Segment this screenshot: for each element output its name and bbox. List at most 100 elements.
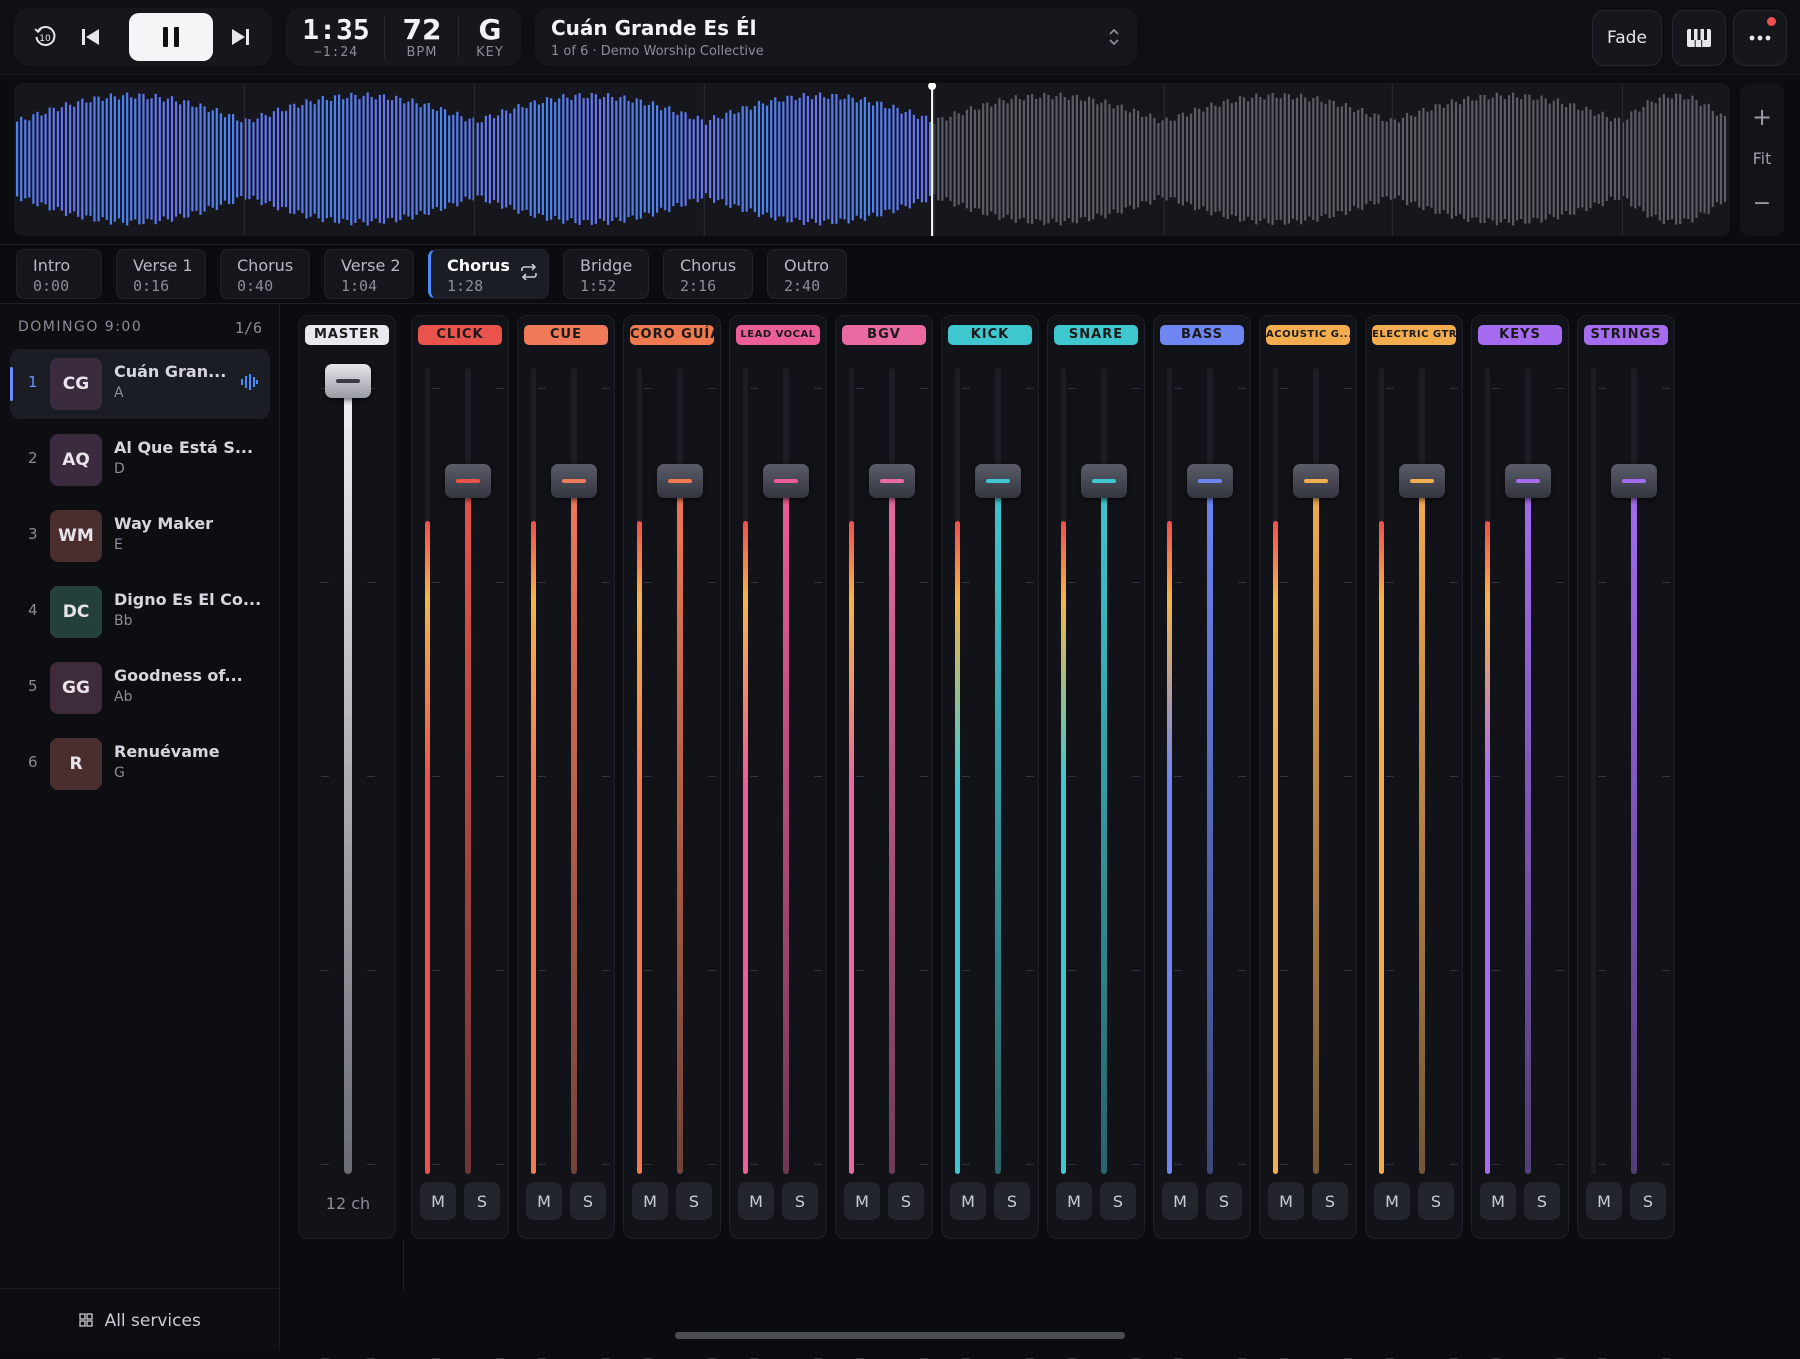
mute-button[interactable]: M [1268, 1182, 1304, 1220]
fader-track[interactable] [1525, 480, 1531, 1174]
setlist-item[interactable]: 6 R Renuévame G [10, 729, 270, 799]
section-8[interactable]: Outro 2:40 [767, 249, 847, 299]
fader-handle[interactable] [657, 463, 703, 498]
section-2[interactable]: Verse 1 0:16 [116, 249, 206, 299]
setlist-item[interactable]: 1 CG Cuán Gran... A [10, 349, 270, 419]
mute-button[interactable]: M [738, 1182, 774, 1220]
fader-track[interactable] [1419, 480, 1425, 1174]
mute-button[interactable]: M [950, 1182, 986, 1220]
fader-track[interactable] [1313, 480, 1319, 1174]
mute-button[interactable]: M [526, 1182, 562, 1220]
all-services-button[interactable]: All services [0, 1288, 280, 1350]
section-1[interactable]: Intro 0:00 [16, 249, 102, 299]
fader-handle[interactable] [1081, 463, 1127, 498]
waveform-bar [603, 97, 606, 221]
zoom-fit-button[interactable]: Fit [1740, 149, 1784, 168]
mute-button[interactable]: M [1586, 1182, 1622, 1220]
scale-tick [644, 582, 652, 583]
fader-track[interactable] [1207, 480, 1213, 1174]
mute-button[interactable]: M [1374, 1182, 1410, 1220]
zoom-out-button[interactable]: − [1740, 191, 1784, 216]
waveform-bar [73, 106, 76, 212]
solo-button[interactable]: S [994, 1182, 1030, 1220]
mute-button[interactable]: M [1480, 1182, 1516, 1220]
solo-button[interactable]: S [464, 1182, 500, 1220]
previous-button[interactable] [68, 13, 114, 61]
solo-button[interactable]: S [1524, 1182, 1560, 1220]
master-fader-track[interactable] [344, 368, 352, 1174]
fader-handle[interactable] [1293, 463, 1339, 498]
waveform-bar [1234, 102, 1237, 216]
fader-handle[interactable] [1399, 463, 1445, 498]
loop-icon[interactable] [520, 264, 538, 280]
fader-track[interactable] [783, 480, 789, 1174]
mute-button[interactable]: M [1162, 1182, 1198, 1220]
setlist-item[interactable]: 4 DC Digno Es El Co... Bb [10, 577, 270, 647]
fader-handle[interactable] [1611, 463, 1657, 498]
solo-button[interactable]: S [1312, 1182, 1348, 1220]
solo-button[interactable]: S [1206, 1182, 1242, 1220]
song-selector[interactable]: Cuán Grande Es Él 1 of 6 · Demo Worship … [535, 8, 1137, 66]
solo-button[interactable]: S [1418, 1182, 1454, 1220]
waveform-bar [1512, 92, 1515, 226]
fade-button[interactable]: Fade [1592, 10, 1662, 66]
fader-handle[interactable] [551, 463, 597, 498]
channel-strip: LEAD VOCAL M S [729, 315, 827, 1359]
fader-handle[interactable] [975, 463, 1021, 498]
fader-handle[interactable] [763, 463, 809, 498]
waveform-bar [741, 106, 744, 212]
waveform-bar [1214, 105, 1217, 213]
mute-button[interactable]: M [1056, 1182, 1092, 1220]
setlist-item[interactable]: 5 GG Goodness of... Ab [10, 653, 270, 723]
waveform[interactable] [14, 83, 1730, 236]
next-button[interactable] [217, 13, 263, 61]
master-fader-handle[interactable] [325, 364, 371, 398]
more-button[interactable] [1733, 10, 1787, 66]
playhead[interactable] [931, 83, 934, 236]
section-4[interactable]: Verse 2 1:04 [324, 249, 414, 299]
key-cell[interactable]: G KEY [464, 14, 516, 60]
pause-button[interactable] [129, 13, 213, 61]
bpm-cell[interactable]: 72 BPM [390, 14, 454, 60]
setlist-item[interactable]: 3 WM Way Maker E [10, 501, 270, 571]
waveform-bar [1536, 99, 1539, 219]
solo-button[interactable]: S [782, 1182, 818, 1220]
solo-button[interactable]: S [1100, 1182, 1136, 1220]
keyboard-button[interactable] [1672, 10, 1726, 66]
playhead-knob[interactable] [928, 83, 937, 90]
waveform-bar [537, 104, 540, 214]
section-5[interactable]: Chorus 1:28 [428, 249, 549, 299]
fader-track[interactable] [995, 480, 1001, 1174]
solo-button[interactable]: S [888, 1182, 924, 1220]
solo-button[interactable]: S [570, 1182, 606, 1220]
fader-handle[interactable] [869, 463, 915, 498]
solo-button[interactable]: S [676, 1182, 712, 1220]
fader-grip [1092, 478, 1116, 483]
fader-track[interactable] [1631, 480, 1637, 1174]
section-3[interactable]: Chorus 0:40 [220, 249, 310, 299]
mute-button[interactable]: M [632, 1182, 668, 1220]
mute-button[interactable]: M [420, 1182, 456, 1220]
setlist-item[interactable]: 2 AQ Al Que Está S... D [10, 425, 270, 495]
waveform-bar [448, 115, 451, 203]
waveform-bar [370, 96, 373, 222]
waveform-bar [709, 120, 712, 198]
mute-button[interactable]: M [844, 1182, 880, 1220]
fader-grip [880, 478, 904, 483]
replay-10-button[interactable]: 10 [22, 13, 68, 61]
fader-track[interactable] [571, 480, 577, 1174]
fader-track[interactable] [1101, 480, 1107, 1174]
zoom-in-button[interactable]: + [1740, 103, 1784, 131]
section-6[interactable]: Bridge 1:52 [563, 249, 649, 299]
fader-handle[interactable] [1505, 463, 1551, 498]
waveform-bar [1255, 93, 1258, 225]
fader-track[interactable] [677, 480, 683, 1174]
fader-track[interactable] [889, 480, 895, 1174]
fader-handle[interactable] [1187, 463, 1233, 498]
solo-button[interactable]: S [1630, 1182, 1666, 1220]
fader-track[interactable] [465, 480, 471, 1174]
fader-handle[interactable] [445, 463, 491, 498]
waveform-bar [1389, 118, 1392, 200]
waveform-bar [696, 115, 699, 203]
section-7[interactable]: Chorus 2:16 [663, 249, 753, 299]
